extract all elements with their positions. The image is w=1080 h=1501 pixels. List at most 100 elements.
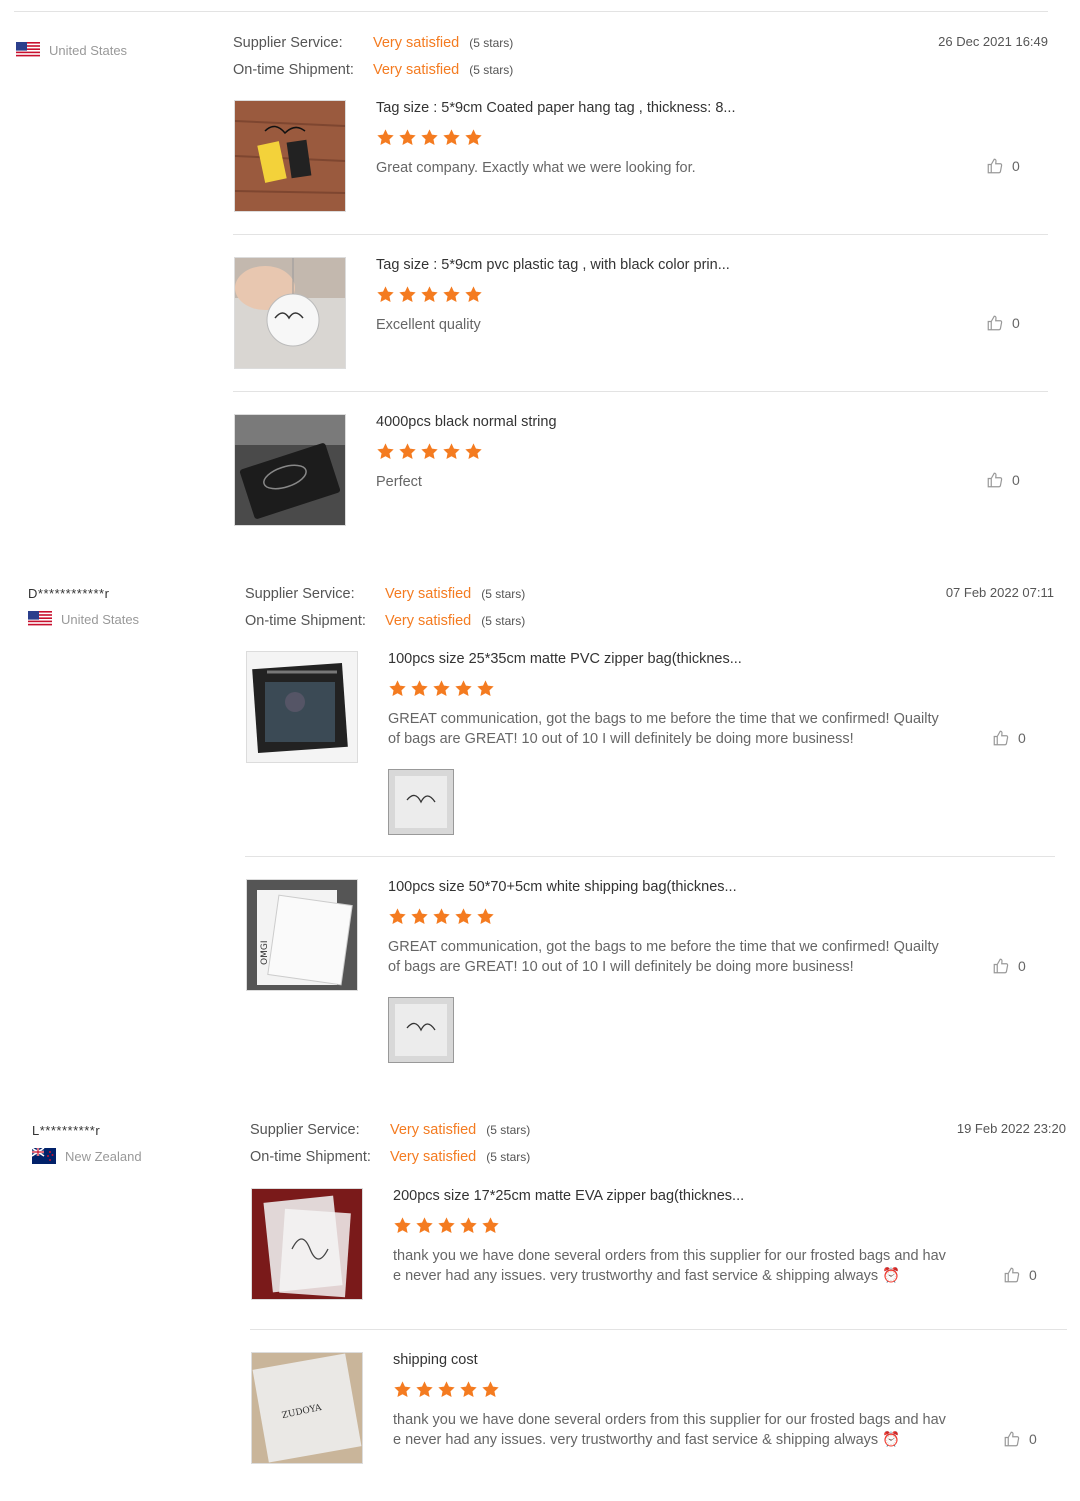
review-photo[interactable] <box>388 997 454 1063</box>
product-title[interactable]: 200pcs size 17*25cm matte EVA zipper bag… <box>393 1188 953 1204</box>
star-icon <box>482 1217 499 1233</box>
like-button[interactable]: 0 <box>986 314 1020 332</box>
star-icon <box>443 129 460 145</box>
shipment-stars: (5 stars) <box>486 1150 531 1164</box>
product-title[interactable]: Tag size : 5*9cm pvc plastic tag , with … <box>376 257 936 273</box>
star-rating <box>376 285 483 304</box>
star-icon <box>465 286 482 302</box>
star-icon <box>433 680 450 696</box>
product-title[interactable]: 100pcs size 25*35cm matte PVC zipper bag… <box>388 651 948 667</box>
review-text: thank you we have done several orders fr… <box>393 1412 946 1448</box>
review-date: 07 Feb 2022 07:11 <box>945 585 1054 600</box>
star-icon <box>411 680 428 696</box>
star-icon <box>438 1217 455 1233</box>
star-icon <box>411 908 428 924</box>
item-divider <box>233 391 1048 392</box>
star-icon <box>477 680 494 696</box>
star-icon <box>377 286 394 302</box>
star-icon <box>399 129 416 145</box>
supplier-service-value: Very satisfied <box>390 1122 477 1138</box>
product-thumbnail[interactable] <box>234 257 346 369</box>
thumbs-up-icon <box>987 158 1003 174</box>
supplier-service-label: Supplier Service: <box>250 1122 360 1138</box>
like-count: 0 <box>1029 1431 1037 1447</box>
star-rating <box>393 1380 500 1399</box>
review-text: Great company. Exactly what we were look… <box>376 160 696 176</box>
product-title[interactable]: 4000pcs black normal string <box>376 414 936 430</box>
product-title[interactable]: Tag size : 5*9cm Coated paper hang tag ,… <box>376 100 936 116</box>
star-icon <box>399 443 416 459</box>
like-button[interactable]: 0 <box>986 471 1020 489</box>
product-title[interactable]: shipping cost <box>393 1352 953 1368</box>
us-flag-icon <box>28 611 52 627</box>
product-thumbnail[interactable] <box>246 651 358 763</box>
product-thumbnail[interactable]: ZUDOYA <box>251 1352 363 1464</box>
item-divider <box>245 856 1055 857</box>
thumbs-up-icon <box>993 730 1009 746</box>
like-button[interactable]: 0 <box>986 157 1020 175</box>
star-icon <box>394 1381 411 1397</box>
star-icon <box>460 1381 477 1397</box>
like-button[interactable]: 0 <box>992 729 1026 747</box>
star-rating <box>388 907 495 926</box>
shipment-label: On-time Shipment: <box>250 1149 371 1165</box>
star-icon <box>377 443 394 459</box>
thumbs-up-icon <box>987 315 1003 331</box>
review-text: Perfect <box>376 474 422 490</box>
star-rating <box>376 128 483 147</box>
review-item: ZUDOYA shipping cost thank you we have d… <box>251 1352 1066 1472</box>
nz-flag-icon <box>31 1147 56 1164</box>
buyer-info: L**********r New Zealand <box>31 1122 142 1164</box>
country-label: United States <box>61 611 140 627</box>
shipment-value: Very satisfied <box>390 1149 477 1165</box>
buyer-info: D************r United States <box>28 585 139 627</box>
product-thumbnail[interactable] <box>234 414 346 526</box>
star-icon <box>482 1381 499 1397</box>
buyer-info: United States <box>16 42 127 58</box>
product-thumbnail[interactable] <box>251 1188 363 1300</box>
like-button[interactable]: 0 <box>1003 1266 1037 1284</box>
buyer-country: United States <box>28 611 139 627</box>
rating-summary: Supplier Service: Very satisfied (5 star… <box>233 30 513 84</box>
product-thumbnail[interactable]: OMGI <box>246 879 358 991</box>
supplier-service-value: Very satisfied <box>385 586 472 602</box>
review-item: 4000pcs black normal string Perfect 0 <box>234 414 1049 534</box>
star-icon <box>421 129 438 145</box>
supplier-service-stars: (5 stars) <box>486 1123 531 1137</box>
supplier-service-value: Very satisfied <box>373 35 460 51</box>
star-icon <box>389 908 406 924</box>
star-rating <box>388 679 495 698</box>
thumbs-up-icon <box>1004 1431 1020 1447</box>
country-label: New Zealand <box>65 1148 142 1164</box>
review-item: 200pcs size 17*25cm matte EVA zipper bag… <box>251 1188 1066 1308</box>
like-count: 0 <box>1018 958 1026 974</box>
review-photo[interactable] <box>388 769 454 835</box>
star-icon <box>438 1381 455 1397</box>
like-button[interactable]: 0 <box>992 957 1026 975</box>
shipment-value: Very satisfied <box>373 62 460 78</box>
shipment-label: On-time Shipment: <box>245 613 366 629</box>
star-icon <box>416 1217 433 1233</box>
supplier-service-label: Supplier Service: <box>233 35 343 51</box>
star-icon <box>389 680 406 696</box>
star-icon <box>421 443 438 459</box>
star-icon <box>443 286 460 302</box>
item-divider <box>233 234 1048 235</box>
star-icon <box>455 908 472 924</box>
product-thumbnail[interactable] <box>234 100 346 212</box>
product-title[interactable]: 100pcs size 50*70+5cm white shipping bag… <box>388 879 948 895</box>
buyer-name: D************r <box>28 586 110 601</box>
us-flag-icon <box>16 42 40 58</box>
shipment-value: Very satisfied <box>385 613 472 629</box>
star-icon <box>465 443 482 459</box>
like-count: 0 <box>1029 1267 1037 1283</box>
star-rating <box>376 442 483 461</box>
review-item: 100pcs size 25*35cm matte PVC zipper bag… <box>246 651 1056 841</box>
like-button[interactable]: 0 <box>1003 1430 1037 1448</box>
thumbs-up-icon <box>993 958 1009 974</box>
review-item: Tag size : 5*9cm Coated paper hang tag ,… <box>234 100 1049 220</box>
top-divider <box>14 11 1048 12</box>
star-icon <box>465 129 482 145</box>
country-label: United States <box>49 42 128 58</box>
buyer-name: L**********r <box>32 1123 101 1138</box>
